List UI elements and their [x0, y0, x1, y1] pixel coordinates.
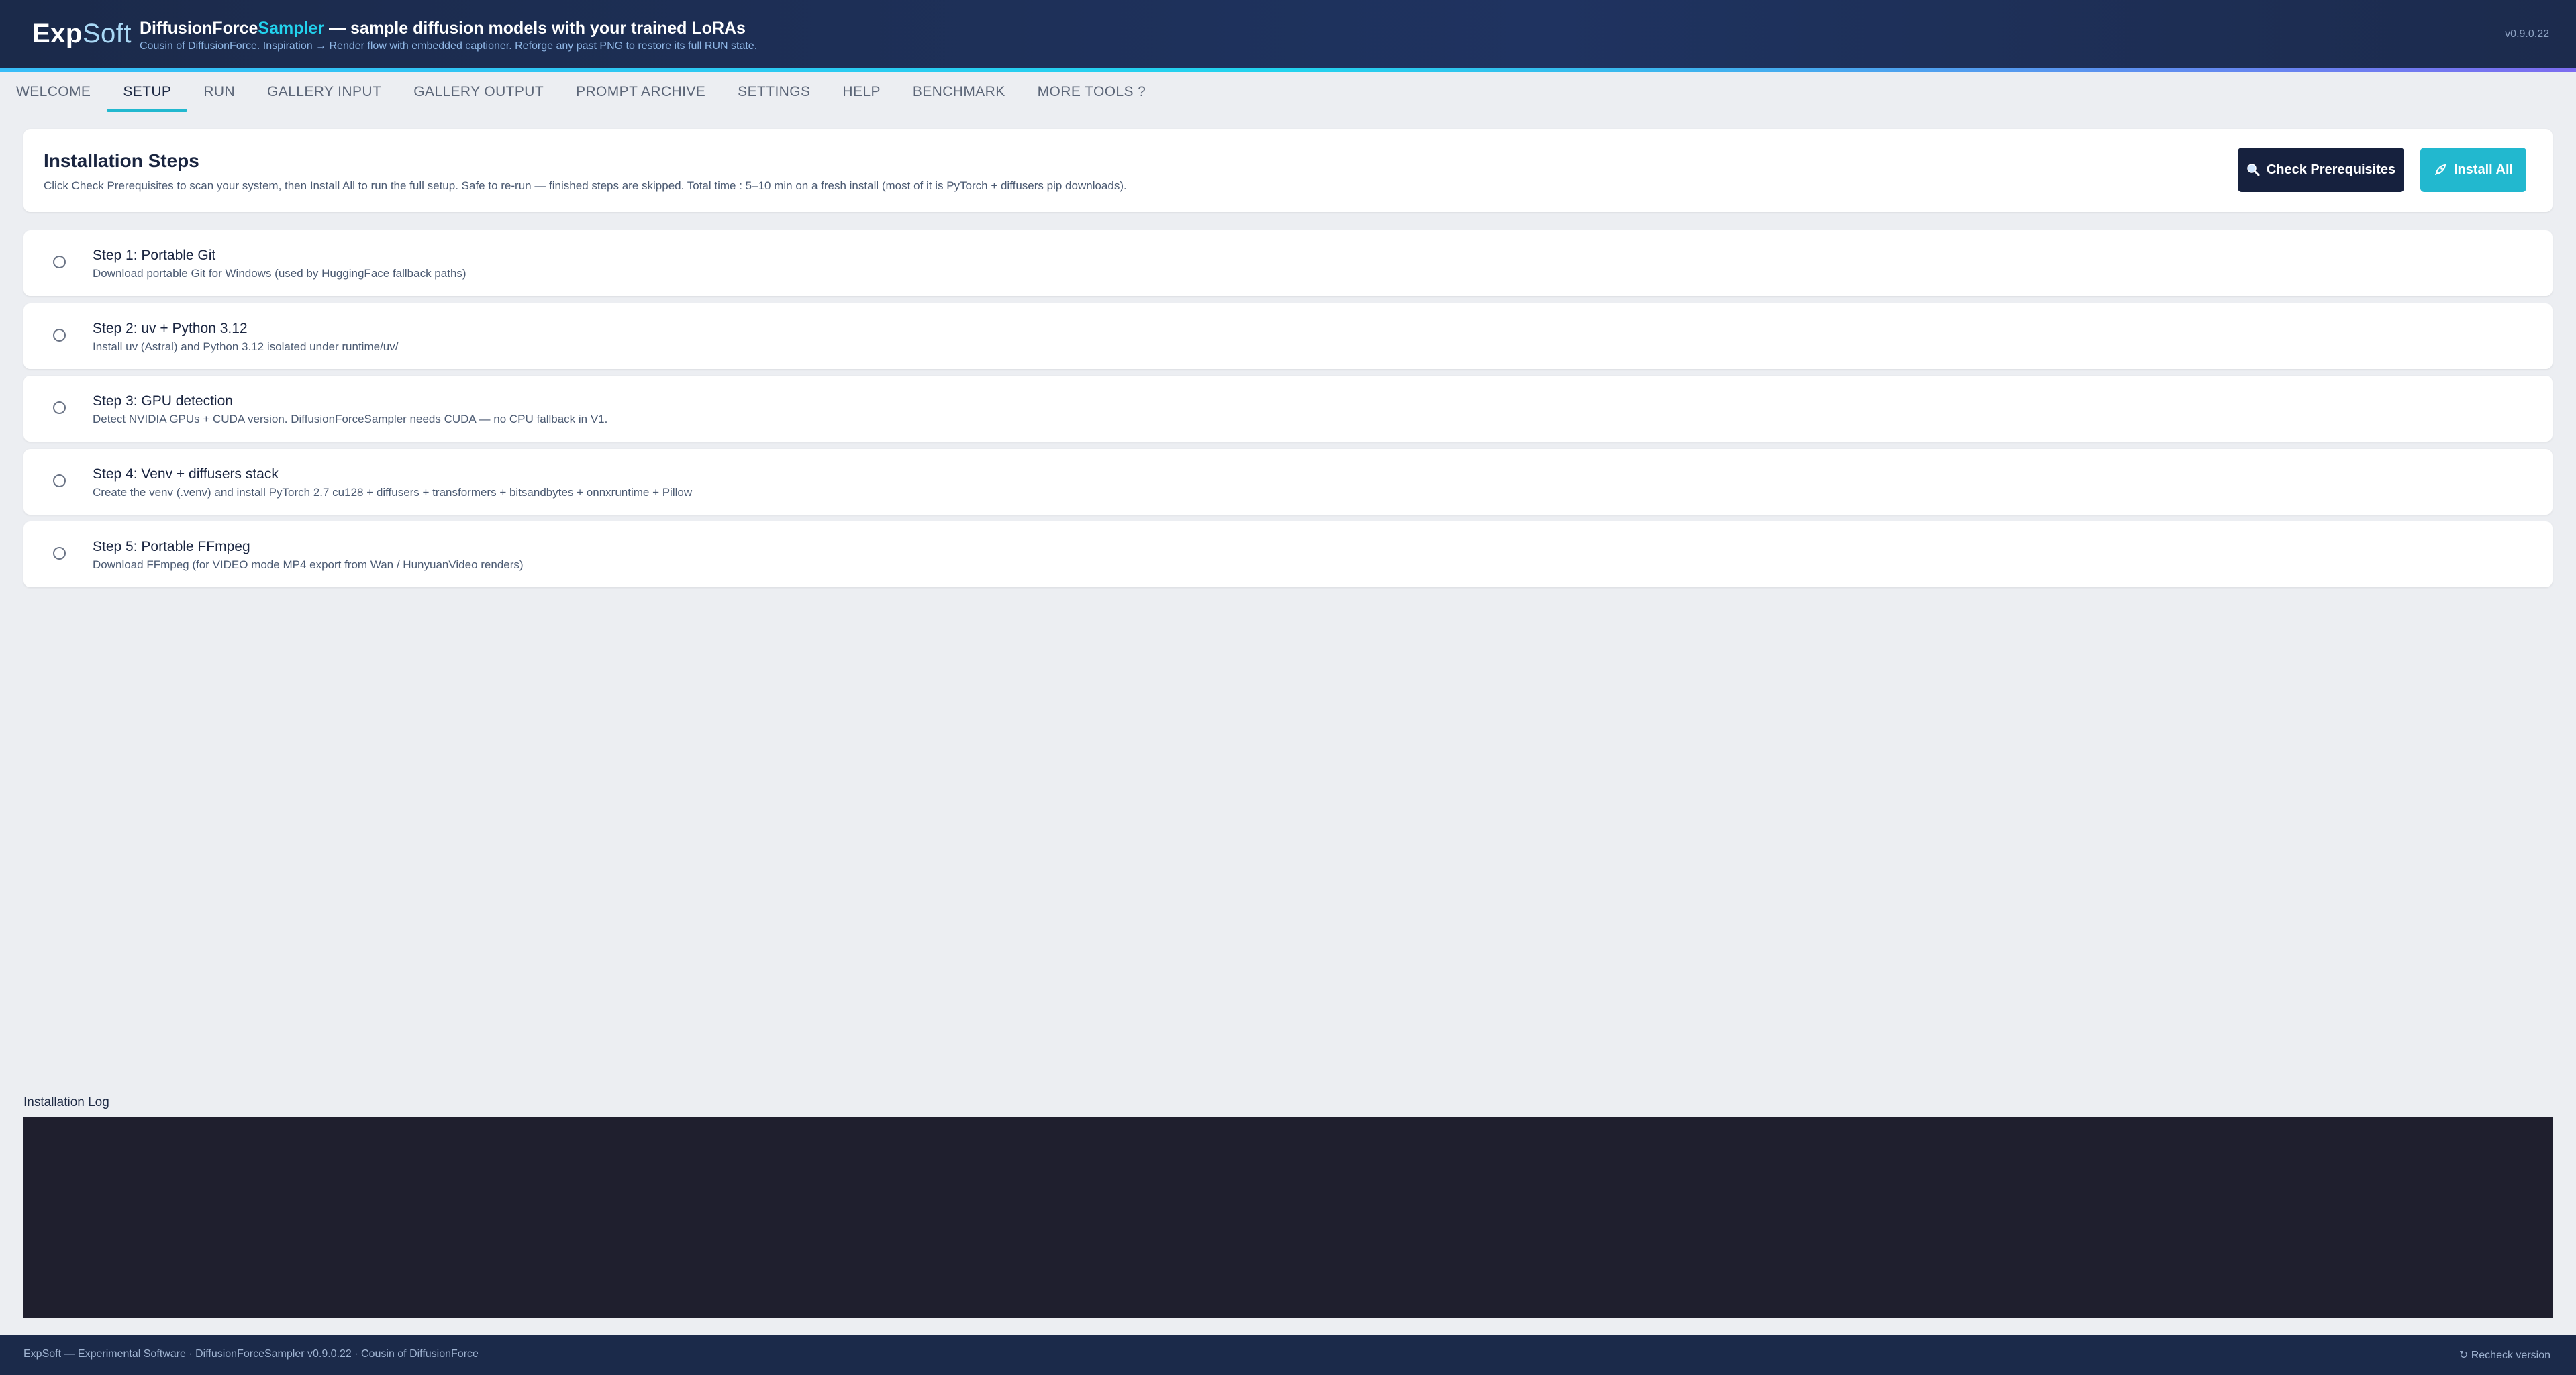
radio-empty-icon[interactable] [53, 547, 66, 560]
tab-setup[interactable]: SETUP [107, 72, 188, 112]
footer-text: ExpSoft — Experimental Software · Diffus… [23, 1348, 479, 1360]
app-footer: ExpSoft — Experimental Software · Diffus… [0, 1335, 2576, 1375]
step-card[interactable]: Step 3: GPU detection Detect NVIDIA GPUs… [23, 376, 2553, 442]
app-subtitle: Cousin of DiffusionForce. Inspiration → … [140, 40, 758, 52]
install-all-button[interactable]: Install All [2420, 148, 2526, 192]
expsoft-logo: ExpSoft [32, 19, 132, 48]
tab-help[interactable]: HELP [826, 72, 896, 112]
installation-steps-card: Installation Steps Click Check Prerequis… [23, 129, 2553, 212]
step-description: Download portable Git for Windows (used … [93, 267, 466, 280]
step-title: Step 5: Portable FFmpeg [93, 539, 250, 554]
rocket-icon [2434, 163, 2447, 176]
step-description: Detect NVIDIA GPUs + CUDA version. Diffu… [93, 413, 608, 425]
section-description: Click Check Prerequisites to scan your s… [44, 179, 1127, 192]
tab-welcome[interactable]: WELCOME [0, 72, 107, 112]
step-title: Step 1: Portable Git [93, 248, 216, 263]
installation-log-output[interactable] [23, 1117, 2553, 1318]
recheck-version-link[interactable]: ↻ Recheck version [2459, 1348, 2550, 1362]
main-tab-bar: WELCOME SETUP RUN GALLERY INPUT GALLERY … [0, 72, 2576, 112]
step-description: Download FFmpeg (for VIDEO mode MP4 expo… [93, 558, 524, 571]
tab-prompt-archive[interactable]: PROMPT ARCHIVE [560, 72, 722, 112]
installation-log-label: Installation Log [23, 1095, 109, 1109]
radio-empty-icon[interactable] [53, 401, 66, 414]
step-card[interactable]: Step 5: Portable FFmpeg Download FFmpeg … [23, 521, 2553, 587]
tab-benchmark[interactable]: BENCHMARK [897, 72, 1022, 112]
step-card[interactable]: Step 4: Venv + diffusers stack Create th… [23, 449, 2553, 515]
step-card[interactable]: Step 2: uv + Python 3.12 Install uv (Ast… [23, 303, 2553, 369]
step-description: Install uv (Astral) and Python 3.12 isol… [93, 340, 399, 353]
step-description: Create the venv (.venv) and install PyTo… [93, 486, 693, 499]
tab-gallery-output[interactable]: GALLERY OUTPUT [397, 72, 560, 112]
install-all-label: Install All [2453, 162, 2514, 177]
check-prerequisites-button[interactable]: Check Prerequisites [2238, 148, 2404, 192]
step-title: Step 3: GPU detection [93, 393, 233, 409]
step-title: Step 4: Venv + diffusers stack [93, 466, 279, 482]
app-header: ExpSoft DiffusionForceSampler — sample d… [0, 0, 2576, 68]
radio-empty-icon[interactable] [53, 256, 66, 268]
tab-run[interactable]: RUN [187, 72, 251, 112]
tab-gallery-input[interactable]: GALLERY INPUT [251, 72, 397, 112]
tab-settings[interactable]: SETTINGS [722, 72, 826, 112]
step-title: Step 2: uv + Python 3.12 [93, 321, 248, 336]
tab-more-tools[interactable]: MORE TOOLS ? [1022, 72, 1162, 112]
section-title: Installation Steps [44, 150, 199, 171]
magnifier-icon [2246, 163, 2260, 176]
version-label: v0.9.0.22 [2505, 28, 2549, 40]
radio-empty-icon[interactable] [53, 329, 66, 342]
app-title: DiffusionForceSampler — sample diffusion… [140, 19, 746, 38]
check-prerequisites-label: Check Prerequisites [2266, 162, 2396, 177]
step-card[interactable]: Step 1: Portable Git Download portable G… [23, 230, 2553, 296]
radio-empty-icon[interactable] [53, 474, 66, 487]
